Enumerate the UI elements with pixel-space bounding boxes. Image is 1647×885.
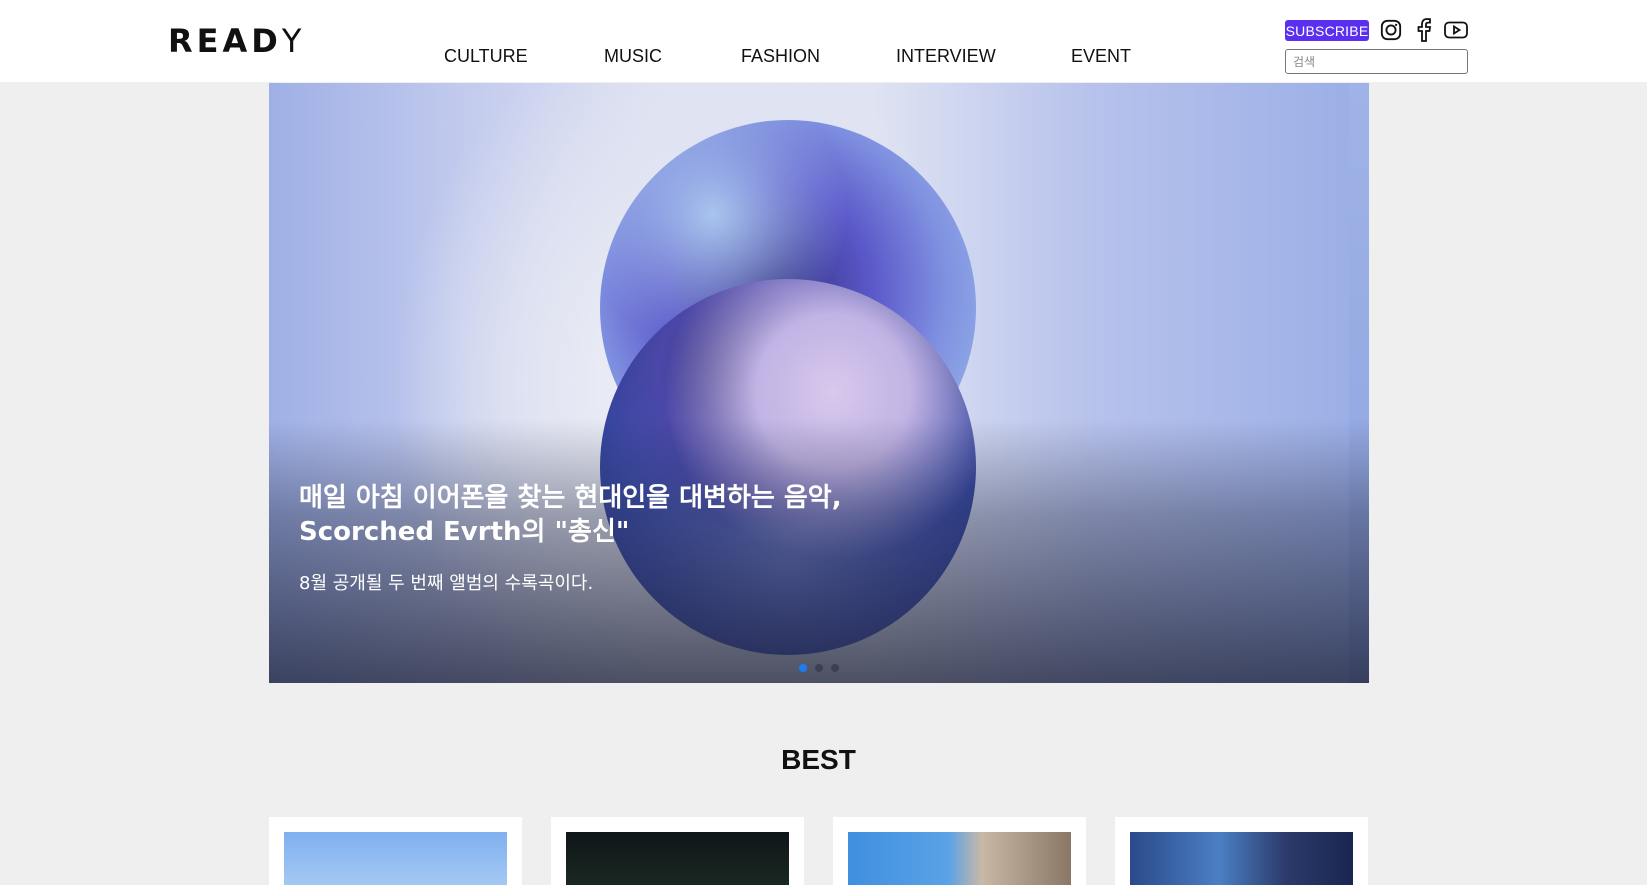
hero-title-line2: Scorched Evrth의 "총신" <box>299 517 630 547</box>
slider-dot-1[interactable] <box>799 664 807 672</box>
instagram-icon[interactable] <box>1378 17 1404 43</box>
subscribe-button[interactable]: SUBSCRIBE <box>1285 20 1369 41</box>
nav-culture[interactable]: CULTURE <box>444 46 528 67</box>
best-card-thumbnail <box>1130 832 1353 885</box>
logo-bold-text: READ <box>168 22 282 60</box>
best-card-thumbnail <box>566 832 789 885</box>
best-card-thumbnail <box>284 832 507 885</box>
youtube-icon[interactable] <box>1443 17 1469 43</box>
best-card[interactable] <box>551 817 804 885</box>
hero-slider[interactable]: 매일 아침 이어폰을 찾는 현대인을 대변하는 음악, Scorched Evr… <box>269 83 1369 683</box>
nav-fashion[interactable]: FASHION <box>741 46 820 67</box>
best-section-title: BEST <box>781 744 856 775</box>
best-card-thumbnail <box>848 832 1071 885</box>
nav-interview[interactable]: INTERVIEW <box>896 46 996 67</box>
best-card[interactable] <box>833 817 1086 885</box>
slider-dot-3[interactable] <box>831 664 839 672</box>
nav-event[interactable]: EVENT <box>1071 46 1131 67</box>
logo-thin-text: Y <box>281 22 306 60</box>
hero-title-line1: 매일 아침 이어폰을 찾는 현대인을 대변하는 음악, <box>299 483 842 513</box>
best-card[interactable] <box>1115 817 1368 885</box>
slider-pagination <box>799 664 839 672</box>
hero-title[interactable]: 매일 아침 이어폰을 찾는 현대인을 대변하는 음악, Scorched Evr… <box>299 481 939 549</box>
site-header: READY CULTURE MUSIC FASHION INTERVIEW EV… <box>0 0 1647 82</box>
hero-subtitle: 8월 공개될 두 번째 앨범의 수록곡이다. <box>299 573 594 594</box>
nav-music[interactable]: MUSIC <box>604 46 662 67</box>
slider-dot-2[interactable] <box>815 664 823 672</box>
best-card[interactable] <box>269 817 522 885</box>
search-input[interactable] <box>1285 49 1468 74</box>
site-logo[interactable]: READY <box>168 22 305 60</box>
facebook-icon[interactable] <box>1411 17 1437 43</box>
